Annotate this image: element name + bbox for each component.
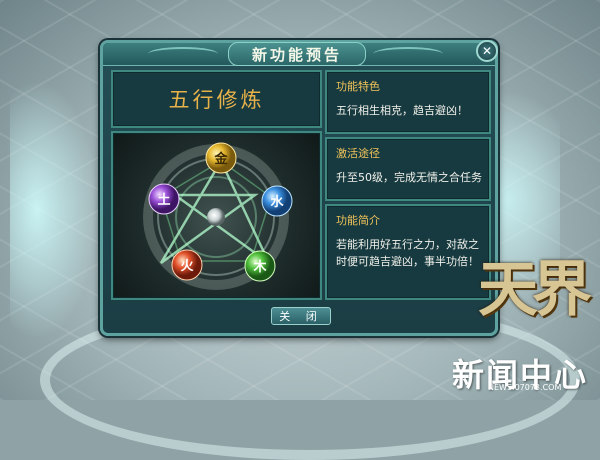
orb-label: 土 [157, 192, 170, 208]
feature-highlights-panel: 功能特色 五行相生相克，趋吉避凶！ [325, 70, 491, 134]
metal-orb[interactable]: 金 [205, 142, 237, 174]
wood-orb[interactable]: 木 [244, 250, 276, 282]
section-text: 升至50级，完成无情之合任务 [336, 171, 482, 184]
section-title: 功能特色 [336, 80, 380, 93]
site-url: NEWS.07073.COM [488, 383, 562, 392]
water-orb[interactable]: 水 [261, 185, 293, 217]
section-title: 功能简介 [336, 214, 380, 227]
activation-panel: 激活途径 升至50级，完成无情之合任务 [325, 137, 491, 201]
close-button[interactable]: 关 闭 [271, 307, 331, 325]
ornament [373, 47, 443, 61]
center-orb [207, 208, 225, 226]
orb-label: 水 [270, 194, 284, 210]
game-logo: 天界 [478, 255, 592, 325]
close-icon[interactable]: ✕ [476, 40, 498, 62]
orb-label: 火 [180, 259, 194, 274]
section-title: 激活途径 [336, 147, 380, 160]
light-effect [10, 80, 100, 340]
fire-orb[interactable]: 火 [171, 249, 203, 281]
orb-label: 金 [213, 151, 228, 167]
dialog-title: 新功能预告 [228, 42, 366, 66]
new-feature-dialog: 新功能预告 ✕ 五行修炼 金 水 木 火 土 功能特色 五行相生相克，趋吉避凶！… [100, 40, 498, 336]
earth-orb[interactable]: 土 [148, 183, 180, 215]
feature-name: 五行修炼 [111, 70, 322, 128]
five-elements-artwork: 金 水 木 火 土 [111, 131, 322, 300]
orb-label: 木 [252, 259, 267, 275]
ornament [148, 47, 218, 61]
feature-intro-panel: 功能简介 若能利用好五行之力，对敌之时便可趋吉避凶，事半功倍！ [325, 204, 491, 300]
dialog-title-bar: 新功能预告 [103, 42, 495, 66]
section-text: 若能利用好五行之力，对敌之时便可趋吉避凶，事半功倍！ [336, 238, 479, 268]
section-text: 五行相生相克，趋吉避凶！ [336, 104, 468, 117]
five-elements-diagram: 金 水 木 火 土 [143, 142, 293, 290]
